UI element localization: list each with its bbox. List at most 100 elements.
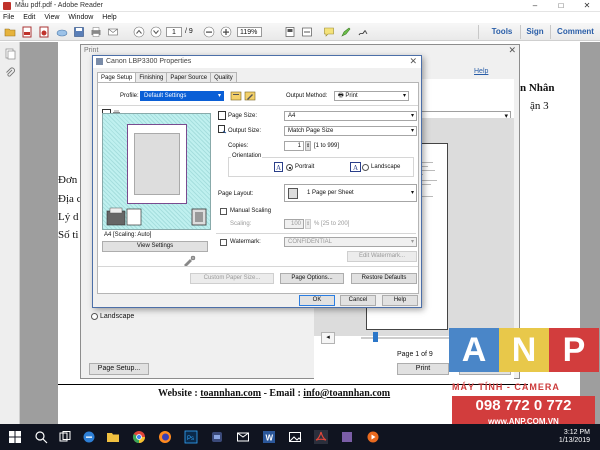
zoom-level-select[interactable]: 119%: [237, 27, 262, 37]
preview-prev-button[interactable]: ◂: [321, 332, 335, 344]
logo-letter: N: [499, 328, 549, 372]
profile-select[interactable]: Default Settings ▾: [140, 91, 224, 101]
comment-icon[interactable]: [323, 26, 335, 38]
restore-defaults-button[interactable]: Restore Defaults: [351, 273, 417, 284]
close-icon[interactable]: ✕: [508, 45, 516, 56]
system-clock[interactable]: 3:12 PM 1/13/2019: [559, 429, 590, 445]
create-pdf-icon[interactable]: [21, 26, 33, 38]
add-profile-icon[interactable]: [230, 90, 242, 102]
sign-button[interactable]: Sign: [522, 25, 548, 39]
tab-paper-source[interactable]: Paper Source: [166, 72, 212, 82]
pages-panel-icon[interactable]: [4, 48, 16, 60]
photos-icon[interactable]: [288, 430, 302, 444]
page-setup-button[interactable]: Page Setup...: [89, 363, 149, 375]
page-options-button[interactable]: Page Options...: [280, 273, 344, 284]
photoshop-icon[interactable]: Ps: [184, 430, 198, 444]
close-icon[interactable]: ✕: [409, 56, 417, 67]
edit-watermark-button[interactable]: Edit Watermark...: [347, 251, 417, 262]
ok-button[interactable]: OK: [299, 295, 335, 306]
tab-quality[interactable]: Quality: [210, 72, 237, 82]
page-layout-select[interactable]: 1 Page per Sheet ▾: [284, 184, 417, 202]
scaling-input[interactable]: 100: [284, 219, 304, 229]
navigation-pane: [0, 42, 20, 424]
app-icon[interactable]: [340, 430, 354, 444]
media-icon[interactable]: [366, 430, 380, 444]
zoom-in-icon[interactable]: [220, 26, 232, 38]
copies-label: Copies:: [228, 143, 249, 149]
maximize-button[interactable]: □: [548, 0, 574, 12]
profile-label: Profile:: [120, 93, 139, 99]
minimize-button[interactable]: –: [522, 0, 548, 12]
print-button[interactable]: Print: [397, 363, 449, 375]
windows-start-icon[interactable]: [8, 430, 22, 444]
task-view-icon[interactable]: [58, 430, 72, 444]
tab-finishing[interactable]: Finishing: [135, 72, 168, 82]
close-window-button[interactable]: ✕: [574, 0, 600, 12]
scaling-range: % [25 to 200]: [314, 221, 350, 227]
custom-paper-size-button[interactable]: Custom Paper Size...: [190, 273, 274, 284]
menu-edit[interactable]: Edit: [23, 14, 35, 21]
adobe-reader-icon: [3, 1, 11, 10]
fit-page-icon[interactable]: [284, 26, 296, 38]
clock-date: 1/13/2019: [558, 437, 590, 444]
copies-input[interactable]: 1: [284, 141, 304, 151]
email-icon[interactable]: [107, 26, 119, 38]
print-icon[interactable]: [90, 26, 102, 38]
portrait-radio[interactable]: [286, 164, 293, 171]
print-help-link[interactable]: Help: [474, 68, 488, 75]
watermark-checkbox[interactable]: [220, 239, 227, 246]
previous-page-icon[interactable]: [133, 26, 145, 38]
watermark-select[interactable]: CONFIDENTIAL ▾: [284, 237, 417, 247]
sign-icon[interactable]: [357, 26, 369, 38]
highlight-icon[interactable]: [340, 26, 352, 38]
app-icon[interactable]: [210, 430, 224, 444]
open-folder-icon[interactable]: [4, 26, 16, 38]
print-landscape-option[interactable]: Landscape: [91, 313, 134, 320]
manual-scaling-label: Manual Scaling: [230, 208, 272, 214]
search-icon[interactable]: [34, 430, 48, 444]
manual-scaling-checkbox[interactable]: [220, 208, 227, 215]
scaling-stepper[interactable]: ⇕: [305, 219, 311, 229]
word-icon[interactable]: W: [262, 430, 276, 444]
copies-range: [1 to 999]: [314, 143, 340, 149]
next-page-icon[interactable]: [150, 26, 162, 38]
output-method-select[interactable]: 🖶 Print ▾: [334, 91, 409, 101]
output-size-select[interactable]: Match Page Size ▾: [284, 126, 417, 136]
preview-slider-thumb[interactable]: [373, 332, 378, 342]
landscape-radio[interactable]: [91, 313, 98, 320]
page-size-select[interactable]: A4 ▾: [284, 111, 417, 121]
chrome-icon[interactable]: [132, 430, 146, 444]
menu-window[interactable]: Window: [68, 14, 93, 21]
zoom-out-icon[interactable]: [203, 26, 215, 38]
doc-line: Lý d: [58, 211, 79, 223]
website-link[interactable]: toannhan.com: [200, 388, 261, 399]
email-link[interactable]: info@toannhan.com: [303, 388, 390, 399]
cloud-icon[interactable]: [56, 26, 68, 38]
page-number-input[interactable]: 1: [166, 27, 182, 37]
menu-file[interactable]: File: [3, 14, 14, 21]
help-button[interactable]: Help: [382, 295, 418, 306]
attachments-icon[interactable]: [4, 67, 16, 79]
copies-stepper[interactable]: ⇕: [305, 141, 311, 151]
edge-browser-icon[interactable]: [82, 430, 96, 444]
page-size-icon: [218, 111, 226, 120]
view-settings-button[interactable]: View Settings: [102, 241, 208, 252]
firefox-icon[interactable]: [158, 430, 172, 444]
comment-button[interactable]: Comment: [553, 25, 598, 39]
print-dialog-title: Print: [84, 47, 99, 54]
fit-width-icon[interactable]: [301, 26, 313, 38]
mail-icon[interactable]: [236, 430, 250, 444]
edit-profile-icon[interactable]: [244, 90, 256, 102]
export-pdf-icon[interactable]: [38, 26, 50, 38]
menu-view[interactable]: View: [44, 14, 59, 21]
tools-button[interactable]: Tools: [486, 25, 518, 39]
save-icon[interactable]: [73, 26, 85, 38]
cancel-button[interactable]: Cancel: [340, 295, 376, 306]
menu-help[interactable]: Help: [102, 14, 116, 21]
file-explorer-icon[interactable]: [106, 430, 120, 444]
orientation-label: Orientation: [231, 153, 263, 159]
acrobat-reader-icon[interactable]: [314, 430, 328, 444]
landscape-radio[interactable]: [362, 164, 369, 171]
svg-text:A: A: [276, 164, 281, 172]
portrait-icon: A: [274, 162, 283, 172]
